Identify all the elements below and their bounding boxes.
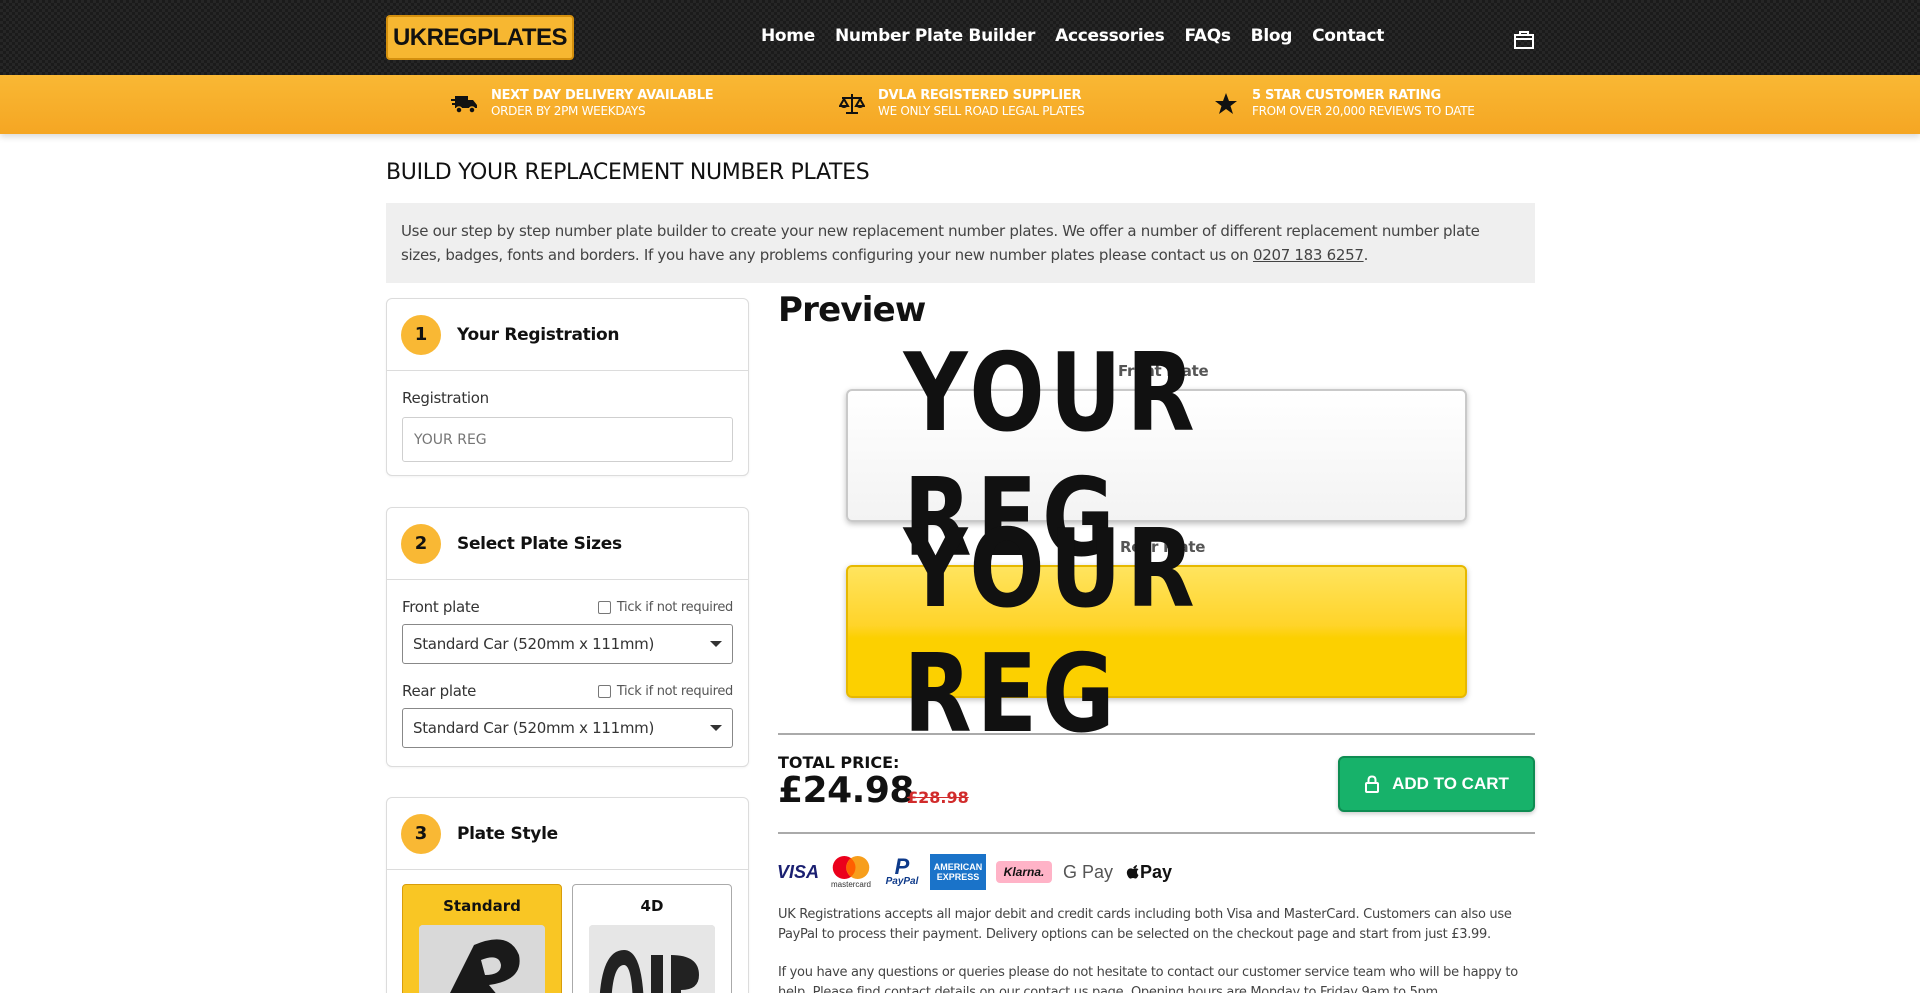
site-logo[interactable]: UKREGPLATES [386,15,574,60]
step-3-number: 3 [401,813,441,854]
page-title: BUILD YOUR REPLACEMENT NUMBER PLATES [386,160,870,185]
style-option-standard[interactable]: Standard [402,884,562,993]
amex-icon: AMERICAN EXPRESS [930,854,986,890]
intro-end: . [1363,246,1369,264]
nav-contact[interactable]: Contact [1312,26,1384,46]
usp-rating-title: 5 STAR CUSTOMER RATING [1252,88,1441,103]
usp-rating: 5 STAR CUSTOMER RATING FROM OVER 20,000 … [1212,88,1475,119]
chevron-down-icon [710,725,722,731]
contact-info-text: If you have any questions or queries ple… [778,963,1535,993]
rear-not-required-checkbox[interactable] [597,684,611,698]
divider [778,832,1535,834]
step-2-title: Select Plate Sizes [457,533,622,554]
rear-plate-size-value: Standard Car (520mm x 111mm) [413,719,655,737]
usp-dvla-title: DVLA REGISTERED SUPPLIER [878,88,1082,103]
paypal-icon: P PayPal [885,853,919,887]
style-4d-label: 4D [640,897,664,915]
usp-rating-sub: FROM OVER 20,000 REVIEWS TO DATE [1252,104,1475,118]
front-not-required[interactable]: Tick if not required [597,599,733,615]
visa-icon: VISA [777,861,820,882]
truck-icon [451,90,479,118]
nav-accessories[interactable]: Accessories [1055,26,1165,46]
mastercard-icon: mastercard [828,855,874,889]
nav-blog[interactable]: Blog [1251,26,1293,46]
registration-input[interactable] [402,417,733,462]
add-to-cart-label: ADD TO CART [1392,774,1509,793]
rear-plate-preview: YOUR REG [846,507,1467,757]
front-not-required-checkbox[interactable] [597,600,611,614]
front-plate-label: Front plate [402,598,480,616]
apple-pay-label: Pay [1139,861,1173,882]
google-pay-icon: G Pay [1062,861,1114,882]
style-standard-label: Standard [443,897,521,915]
preview-title: Preview [778,290,926,330]
header-bar: UKREGPLATES Home Number Plate Builder Ac… [0,0,1920,75]
front-plate-size-select[interactable]: Standard Car (520mm x 111mm) [402,624,733,664]
rear-not-required[interactable]: Tick if not required [597,683,733,699]
nav-faqs[interactable]: FAQs [1184,26,1231,46]
payment-info-text: UK Registrations accepts all major debit… [778,907,1512,942]
star-icon [1212,90,1240,118]
front-tick-label: Tick if not required [616,599,733,615]
front-plate-size-value: Standard Car (520mm x 111mm) [413,635,655,653]
style-standard-image [419,925,545,993]
old-price: £28.98 [907,788,969,807]
scales-icon [838,90,866,118]
mastercard-label: mastercard [830,880,871,889]
step-plate-style-panel: 3 Plate Style Standard 4D [386,797,749,993]
divider [778,733,1535,735]
total-price: £24.98 [778,770,914,811]
style-option-4d[interactable]: 4D [572,884,732,993]
add-to-cart-button[interactable]: ADD TO CART [1338,756,1535,812]
shopping-bag-icon[interactable] [1512,27,1536,51]
main-nav: Home Number Plate Builder Accessories FA… [761,26,1384,46]
usp-delivery-sub: ORDER BY 2PM WEEKDAYS [491,104,646,118]
nav-number-plate-builder[interactable]: Number Plate Builder [835,26,1035,46]
usp-delivery: NEXT DAY DELIVERY AVAILABLE ORDER BY 2PM… [451,88,714,119]
rear-plate-label: Rear plate [402,682,477,700]
rear-plate-size-select[interactable]: Standard Car (520mm x 111mm) [402,708,733,748]
apple-pay-icon: Pay [1124,855,1174,889]
step-plate-sizes-panel: 2 Select Plate Sizes Front plate Tick if… [386,507,749,767]
usp-delivery-title: NEXT DAY DELIVERY AVAILABLE [491,88,714,103]
apple-icon [1126,865,1139,879]
step-1-title: Your Registration [457,324,620,345]
front-plate-preview: YOUR REG [846,331,1467,581]
nav-home[interactable]: Home [761,26,815,46]
klarna-icon: Klarna. [996,861,1052,883]
usp-dvla: DVLA REGISTERED SUPPLIER WE ONLY SELL RO… [838,88,1085,119]
registration-label: Registration [402,389,489,407]
contact-us-link[interactable]: contact us [1023,985,1088,993]
phone-link[interactable]: 0207 183 6257 [1253,246,1364,264]
step-3-title: Plate Style [457,823,558,844]
usp-dvla-sub: WE ONLY SELL ROAD LEGAL PLATES [878,104,1085,118]
style-4d-image [589,925,715,993]
step-2-header: 2 Select Plate Sizes [387,508,748,580]
rear-tick-label: Tick if not required [616,683,733,699]
step-3-header: 3 Plate Style [387,798,748,870]
rear-plate-text: YOUR REG [903,506,1200,757]
intro-box: Use our step by step number plate builde… [386,203,1535,283]
step-registration-panel: 1 Your Registration Registration [386,298,749,476]
step-2-number: 2 [401,523,441,564]
usp-strip: NEXT DAY DELIVERY AVAILABLE ORDER BY 2PM… [0,75,1920,134]
contact-info-end: page. Opening hours are Monday to Friday… [1088,985,1442,993]
paypal-label: PayPal [885,875,919,887]
step-1-header: 1 Your Registration [387,299,748,371]
chevron-down-icon [710,641,722,647]
lock-icon [1365,775,1380,793]
payment-methods: VISA mastercard P PayPal AMERICAN EXPRES… [777,853,1174,890]
step-1-number: 1 [401,314,441,355]
